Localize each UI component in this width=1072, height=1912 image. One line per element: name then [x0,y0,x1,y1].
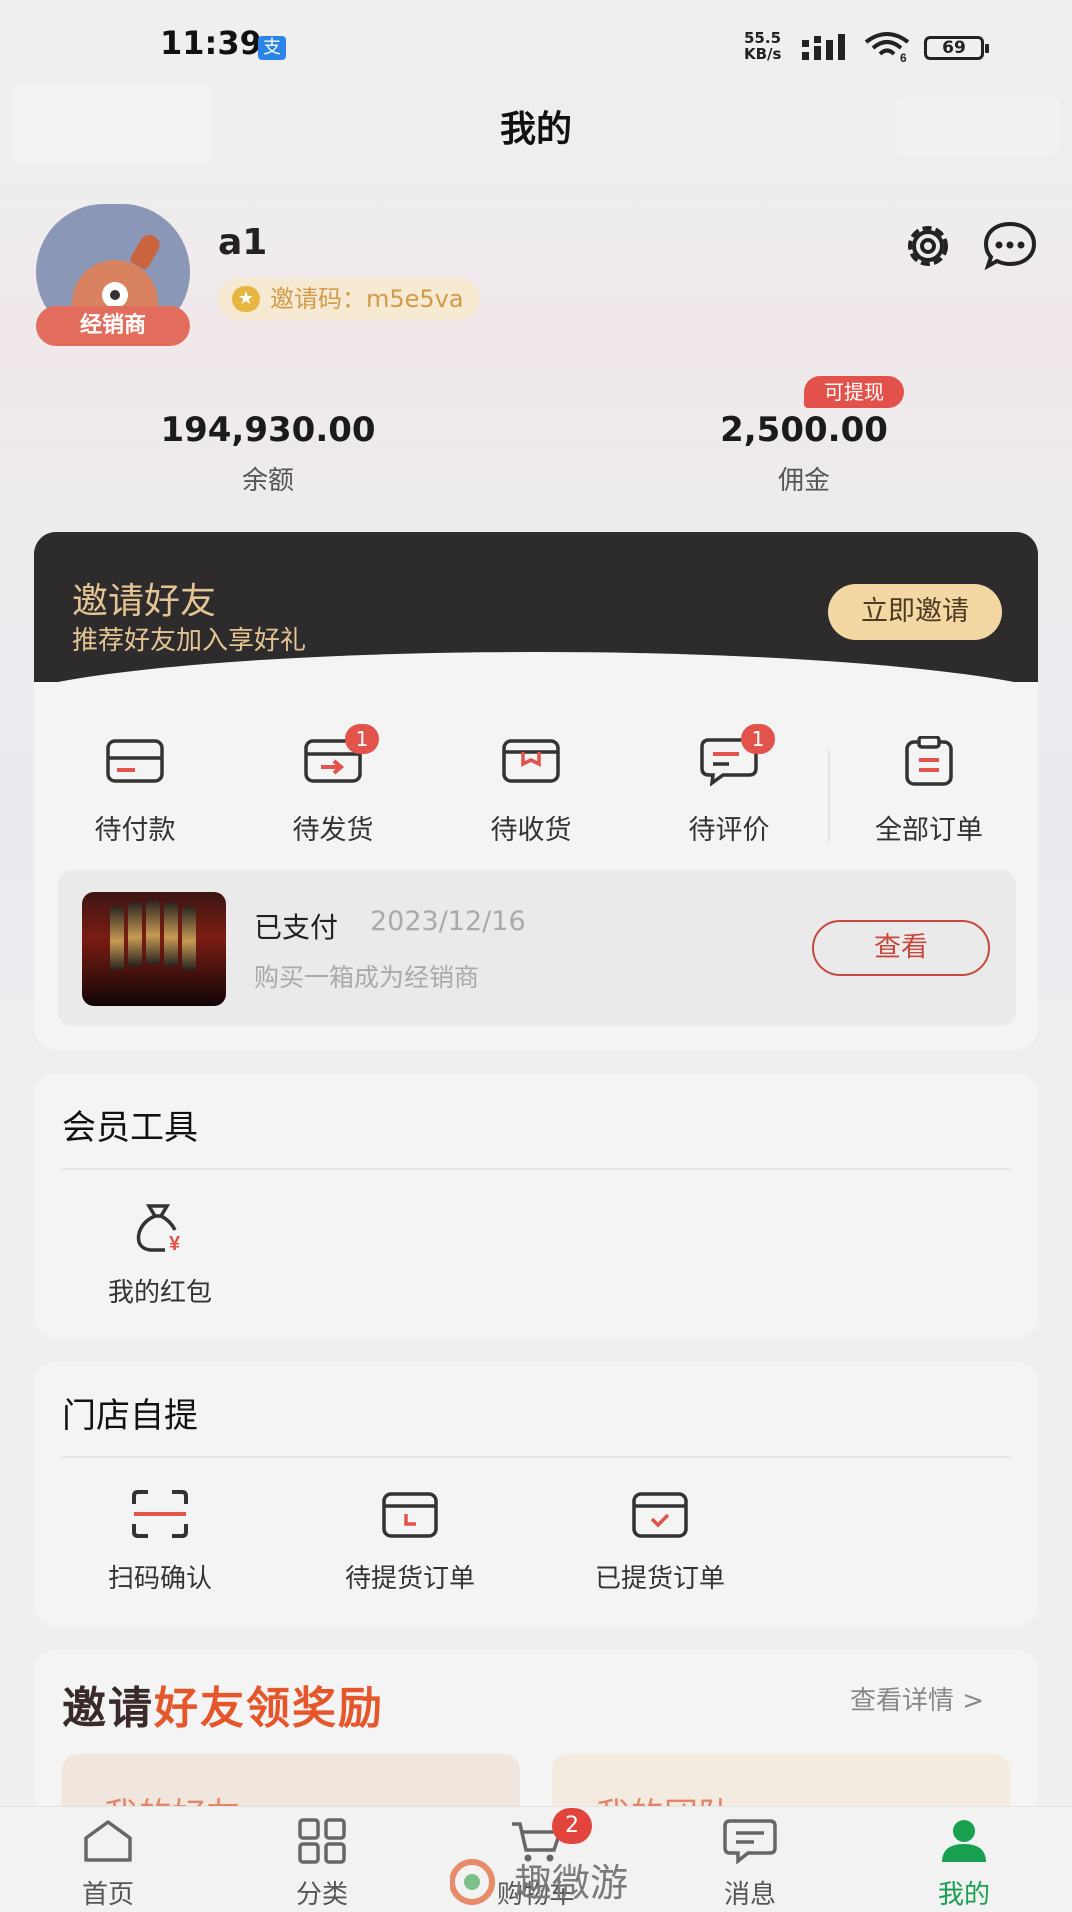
wallet-card-icon [105,736,165,786]
wifi-icon: 6 [864,32,910,62]
invite-now-button[interactable]: 立即邀请 [828,584,1002,640]
invite-banner-subtitle: 推荐好友加入享好礼 [72,626,307,656]
bottle-image [128,902,142,966]
package-icon [501,736,561,786]
order-label: 待发货 [292,815,374,846]
order-pending-shipment[interactable]: 1 待发货 [234,724,432,847]
battery-indicator: 69 [924,36,989,60]
order-label: 全部订单 [875,815,983,846]
invite-code-text: 邀请码：m5e5va [270,285,464,313]
badge-count: 1 [741,724,775,754]
tool-label: 待提货订单 [344,1564,475,1594]
bottle-image [110,906,124,970]
tab-label: 分类 [295,1880,348,1910]
settings-gear-icon[interactable] [900,218,956,274]
tab-label: 我的 [937,1880,990,1910]
order-label: 待收货 [490,815,572,846]
order-all[interactable]: 全部订单 [830,735,1028,847]
app-notification-icon: 支 [258,36,286,60]
order-pending-receipt[interactable]: 待收货 [432,736,630,847]
grid-icon [298,1818,346,1864]
invite-code-chip[interactable]: ★ 邀请码：m5e5va [218,278,480,320]
avatar-eye [102,282,128,308]
promo-title-part2: 好友领奖励 [154,1683,384,1734]
view-details-link[interactable]: 查看详情 > [850,1680,984,1717]
home-icon [84,1820,132,1862]
section-title: 会员工具 [62,1108,198,1148]
bottle-image [182,906,196,970]
tab-label: 首页 [81,1880,134,1910]
shipping-box-icon: 1 [303,724,379,786]
divider [62,1168,1010,1170]
star-icon: ★ [232,286,260,312]
commission-label: 佣金 [777,466,830,496]
scan-icon [132,1490,188,1538]
money-bag-icon: ¥ [136,1204,181,1255]
svg-text:¥: ¥ [169,1233,181,1254]
balance-label: 余额 [241,466,294,496]
tool-scan-confirm[interactable]: 扫码确认 [60,1488,260,1595]
tool-red-packet[interactable]: ¥ 我的红包 [60,1200,260,1309]
divider [62,1456,1010,1458]
invite-banner-title: 邀请好友 [72,581,217,622]
tool-picked-up[interactable]: 已提货订单 [560,1488,760,1595]
order-description: 购买一箱成为经销商 [254,963,480,992]
review-bubble-icon: 1 [699,724,775,787]
net-speed: 55.5 KB/s [744,30,781,62]
badge-count: 1 [345,724,379,754]
order-pending-payment[interactable]: 待付款 [36,736,234,847]
promo-title-part1: 邀请 [62,1683,154,1734]
bottle-image [164,902,178,966]
product-thumbnail [82,892,226,1006]
clock-box-icon [382,1492,438,1538]
view-order-button[interactable]: 查看 [812,920,990,976]
status-time: 11:39 [160,24,262,62]
message-icon [723,1819,777,1865]
username: a1 [218,222,268,263]
section-title: 门店自提 [62,1396,198,1436]
withdraw-tag: 可提现 [804,376,904,408]
tool-label: 我的红包 [107,1278,212,1308]
tab-label: 消息 [723,1880,776,1910]
role-badge: 经销商 [36,306,190,346]
wifi-tag: 6 [900,51,907,62]
check-box-icon [632,1492,688,1538]
tab-category[interactable]: 分类 [252,1818,392,1911]
tool-label: 扫码确认 [107,1564,212,1594]
promo-title: 邀请好友领奖励 [62,1672,384,1736]
cart-count-badge: 2 [552,1808,592,1844]
order-label: 待付款 [94,815,176,846]
tab-messages[interactable]: 消息 [680,1818,820,1911]
clipboard-icon [899,735,959,786]
net-speed-unit: KB/s [744,45,782,63]
balance-value[interactable]: 194,930.00 [118,410,418,450]
watermark-text: 趣微游 [514,1861,629,1905]
message-bubble-icon[interactable] [982,220,1038,272]
order-pending-review[interactable]: 1 待评价 [630,724,828,847]
order-label: 待评价 [688,815,770,846]
signal-icon [802,34,845,60]
user-icon [942,1820,986,1862]
tab-mine[interactable]: 我的 [894,1818,1034,1911]
tool-label: 已提货订单 [594,1564,725,1594]
order-status: 已支付 [254,911,339,944]
tool-pending-pickup[interactable]: 待提货订单 [310,1488,510,1595]
page-title: 我的 [499,109,572,150]
order-date: 2023/12/16 [370,906,526,937]
tab-home[interactable]: 首页 [38,1818,178,1911]
commission-value[interactable]: 2,500.00 [654,410,954,450]
bottle-image [146,900,160,964]
